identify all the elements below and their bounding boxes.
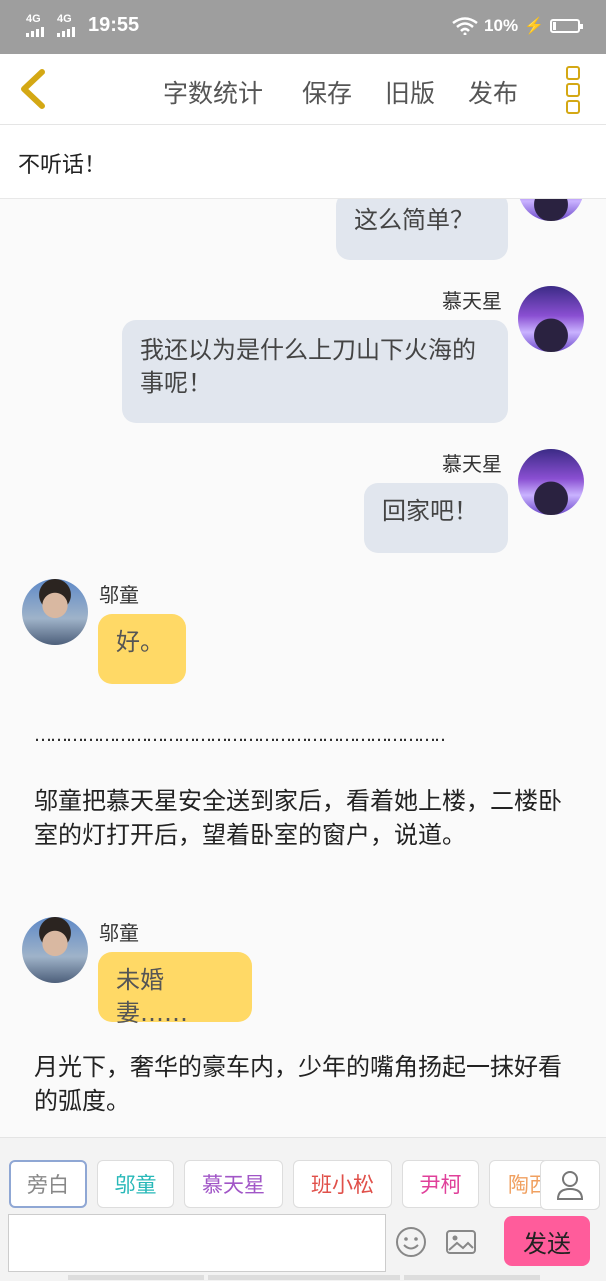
message-bubble[interactable]: 回家吧！ [364, 483, 508, 553]
user-icon [556, 1171, 584, 1200]
chapter-title-bar[interactable]: 不听话！ [0, 125, 606, 199]
speaker-name: 邬童 [99, 583, 139, 607]
clock: 19:55 [88, 14, 140, 36]
avatar[interactable] [518, 449, 584, 515]
back-arrow-icon[interactable] [14, 68, 54, 110]
message-text: 好。 [116, 628, 164, 656]
narration-text[interactable]: 月光下，奢华的豪车内，少年的嘴角扬起一抹好看的弧度。 [34, 1050, 574, 1118]
role-mutianxing[interactable]: 慕天星 [184, 1160, 283, 1208]
signal-icon-2 [57, 27, 75, 37]
message-text: 未婚妻…… [116, 966, 188, 1027]
message-text: 这么简单？ [354, 206, 474, 234]
battery-percent: 10% [484, 16, 519, 35]
role-label: 旁白 [27, 1173, 69, 1197]
network-label-1: 4G [26, 13, 41, 25]
old-version-button[interactable]: 旧版 [385, 74, 435, 110]
role-label: 邬童 [114, 1173, 157, 1197]
nav-hint [208, 1275, 400, 1280]
role-label: 尹柯 [419, 1173, 462, 1197]
editor-toolbar: 字数统计 保存 旧版 发布 [0, 54, 606, 125]
charging-icon: ⚡ [524, 18, 544, 35]
chat-story-content[interactable]: 这么简单？ 慕天星 我还以为是什么上刀山下火海的事呢！ 慕天星 回家吧！ 邬童 … [0, 199, 606, 1137]
narration-text[interactable]: 邬童把慕天星安全送到家后，看着她上楼，二楼卧室的灯打开后，望着卧室的窗户，说道。 [34, 784, 574, 852]
nav-hint [68, 1275, 204, 1280]
speaker-name: 慕天星 [442, 452, 502, 476]
role-banxiaosong[interactable]: 班小松 [293, 1160, 392, 1208]
word-count-button[interactable]: 字数统计 [163, 74, 263, 110]
role-narrator[interactable]: 旁白 [9, 1160, 87, 1208]
composer-bar: 旁白 邬童 慕天星 班小松 尹柯 陶西 发送 [0, 1137, 606, 1281]
save-button[interactable]: 保存 [302, 74, 352, 110]
send-label: 发送 [523, 1229, 571, 1258]
add-role-button[interactable] [540, 1160, 600, 1210]
publish-button[interactable]: 发布 [468, 74, 518, 110]
message-text: 回家吧！ [382, 497, 478, 525]
signal-2: 4G [57, 14, 72, 25]
message-bubble[interactable]: 这么简单？ [336, 199, 508, 260]
role-label: 慕天星 [202, 1173, 265, 1197]
role-wutong[interactable]: 邬童 [97, 1160, 174, 1208]
avatar[interactable] [518, 199, 584, 221]
status-right: 10% ⚡ [452, 16, 583, 36]
send-button[interactable]: 发送 [504, 1216, 590, 1266]
message-input[interactable] [8, 1214, 386, 1272]
message-bubble[interactable]: 好。 [98, 614, 186, 684]
wifi-icon [452, 17, 478, 35]
role-label: 班小松 [311, 1173, 374, 1197]
avatar[interactable] [22, 579, 88, 645]
message-bubble[interactable]: 我还以为是什么上刀山下火海的事呢！ [122, 320, 508, 423]
nav-hint [404, 1275, 540, 1280]
message-bubble[interactable]: 未婚妻…… [98, 952, 252, 1027]
speaker-name: 慕天星 [442, 289, 502, 313]
network-label-2: 4G [57, 13, 72, 25]
signal-icon [26, 27, 44, 37]
emoji-icon[interactable] [395, 1226, 427, 1258]
message-text: 我还以为是什么上刀山下火海的事呢！ [140, 336, 476, 397]
scene-divider: …………………………………………………………………… [34, 725, 444, 746]
chapter-title: 不听话！ [18, 153, 107, 178]
image-icon[interactable] [445, 1226, 477, 1258]
signal-1: 4G [26, 14, 41, 25]
status-bar: 4G 4G 19:55 10% ⚡ [0, 0, 606, 54]
avatar[interactable] [518, 286, 584, 352]
avatar[interactable] [22, 917, 88, 983]
speaker-name: 邬童 [99, 921, 139, 945]
battery-icon [550, 19, 583, 33]
role-yinke[interactable]: 尹柯 [402, 1160, 479, 1208]
more-menu-icon[interactable] [563, 66, 583, 114]
